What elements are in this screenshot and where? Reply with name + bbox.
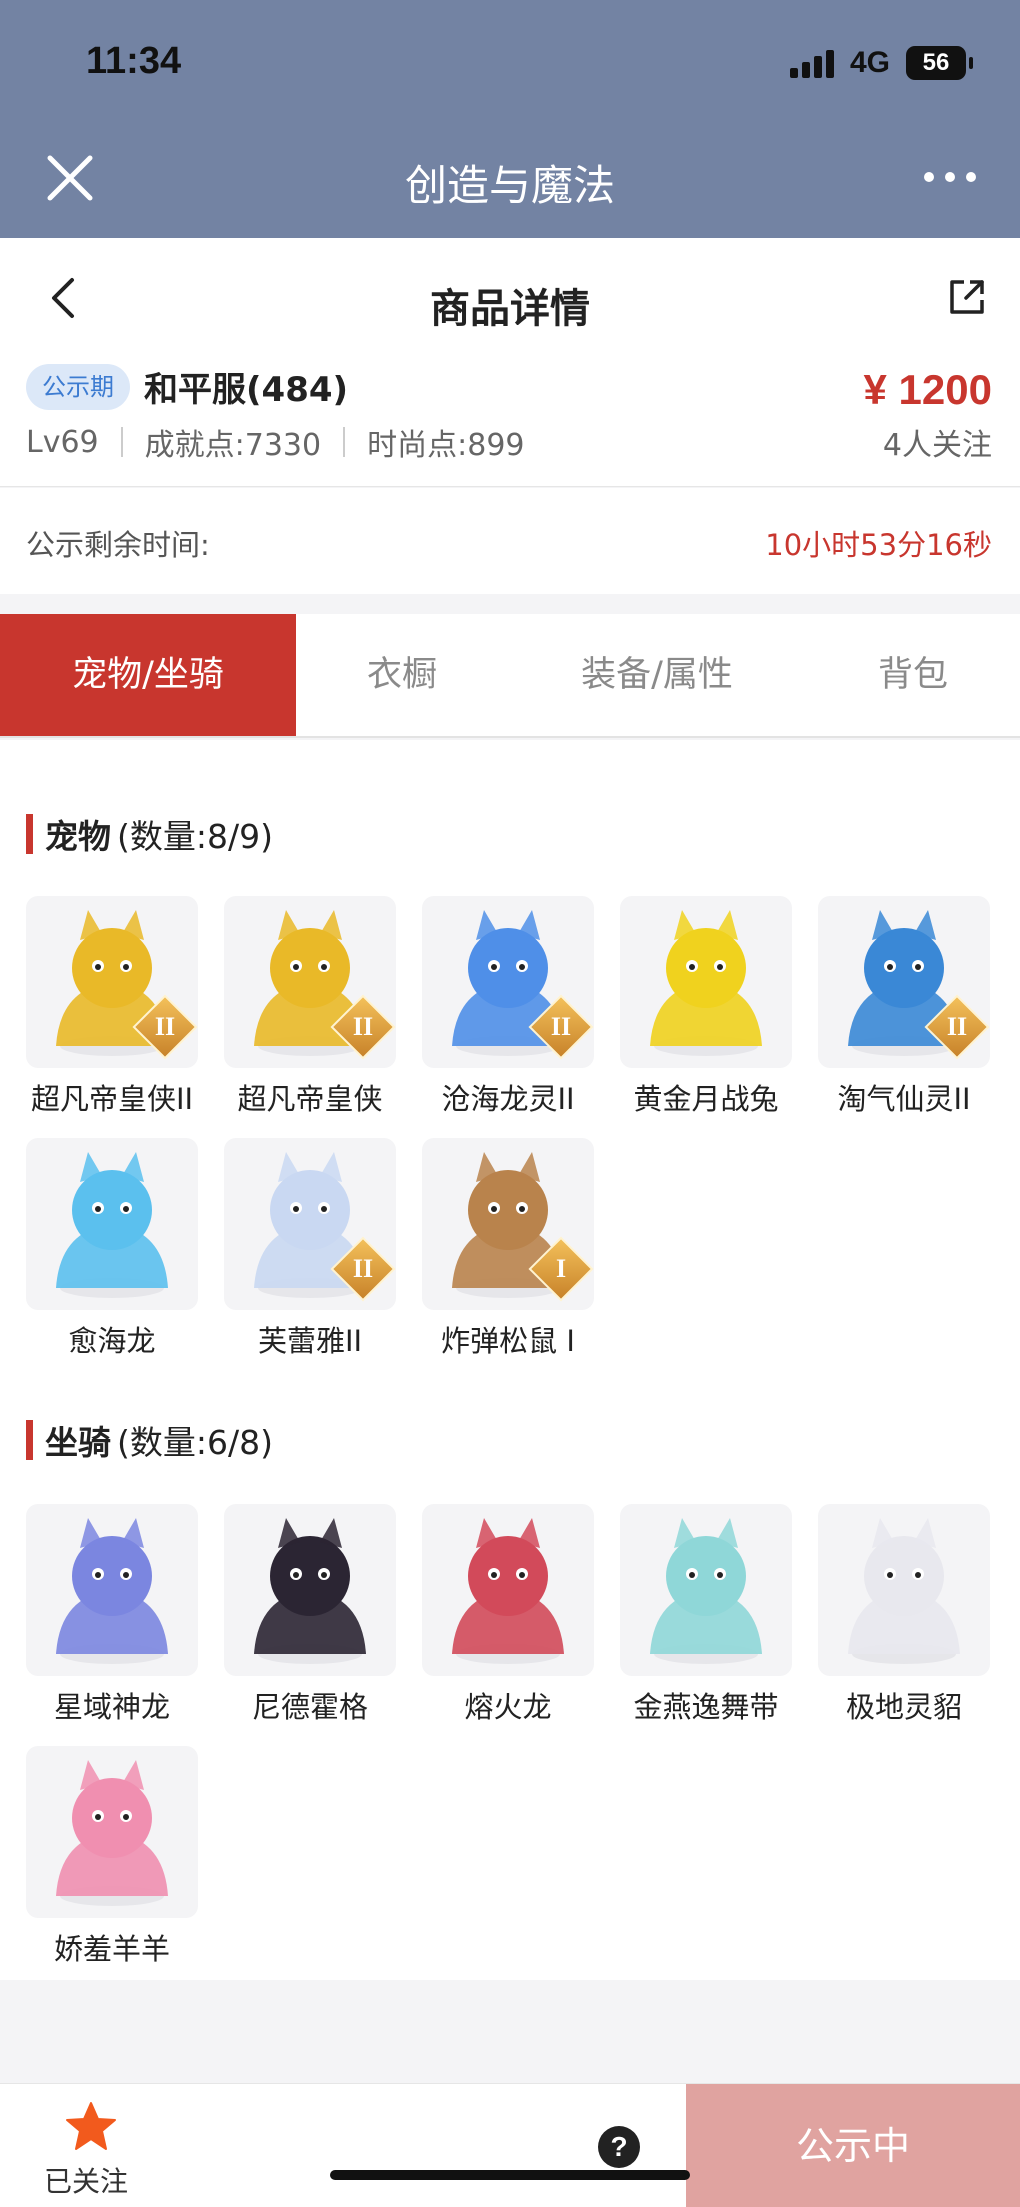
grid-item[interactable]: II 芙蕾雅II [224, 1138, 396, 1360]
item-name: 超凡帝皇侠II [30, 1082, 194, 1116]
network-type: 4G [850, 46, 891, 79]
server-name: 和平服(484) [144, 370, 349, 410]
grid-item[interactable]: II 超凡帝皇侠 [224, 896, 396, 1118]
tab-bar: 宠物/坐骑 衣橱 装备/属性 背包 [0, 614, 1020, 738]
item-name: 金燕逸舞带 [633, 1690, 779, 1724]
status-time: 11:34 [86, 40, 182, 82]
item-name: 超凡帝皇侠 [237, 1082, 383, 1116]
mini-program-title: 创造与魔法 [404, 161, 615, 210]
sea-dragon-icon [26, 1138, 198, 1310]
bomb-squirrel-icon: I [422, 1138, 594, 1310]
mounts-section-header: 坐骑 (数量:6/8) [26, 1416, 273, 1464]
grid-item[interactable]: II 超凡帝皇侠II [26, 896, 198, 1118]
pets-grid: II 超凡帝皇侠II II 超凡帝皇侠 II 沧海龙灵II 黄金月战兔 II 淘气仙灵II 愈海龙… [26, 896, 1006, 1380]
more-options-icon[interactable] [920, 172, 980, 188]
rank-label: II [352, 1012, 374, 1041]
grid-item[interactable]: 黄金月战兔 [620, 896, 792, 1118]
price: ¥ 1200 [863, 366, 992, 413]
blue-dragon-spirit-icon: II [422, 896, 594, 1068]
item-name: 炸弹松鼠 I [441, 1324, 575, 1358]
signal-icon [790, 50, 834, 78]
follow-label[interactable]: 已关注 [44, 2160, 128, 2200]
page-header: 商品详情 [0, 238, 1020, 354]
content-area: 宠物 (数量:8/9) II 超凡帝皇侠II II 超凡帝皇侠 II 沧海龙灵II 黄金月战… [0, 740, 1020, 1980]
item-name: 星域神龙 [53, 1690, 170, 1724]
pets-count: (数量:8/9) [117, 817, 273, 856]
follower-count: 4人关注 [882, 428, 992, 463]
item-name: 沧海龙灵II [441, 1082, 575, 1116]
grid-item[interactable]: 娇羞羊羊 [26, 1746, 198, 1968]
fire-dragon-icon [422, 1504, 594, 1676]
item-name: 娇羞羊羊 [53, 1932, 170, 1966]
item-name: 尼德霍格 [251, 1690, 368, 1724]
rank-label: II [352, 1254, 374, 1283]
polar-mink-icon [818, 1504, 990, 1676]
pets-section-title: 宠物 [45, 817, 111, 856]
tab-wardrobe[interactable]: 衣橱 [296, 614, 508, 736]
account-stats: Lv69 成就点:7330 时尚点:899 [26, 420, 525, 464]
grid-item[interactable]: 愈海龙 [26, 1138, 198, 1360]
item-name: 芙蕾雅II [257, 1324, 363, 1358]
mounts-section-title: 坐骑 [45, 1423, 111, 1462]
item-name: 淘气仙灵II [837, 1082, 971, 1116]
golden-armor-icon: II [224, 896, 396, 1068]
status-button[interactable]: 公示中 [686, 2084, 1020, 2207]
page-title: 商品详情 [430, 286, 590, 332]
grid-item[interactable]: I 炸弹松鼠 I [422, 1138, 594, 1360]
home-indicator [330, 2170, 690, 2180]
mini-program-header: 11:34 4G 56 创造与魔法 [0, 0, 1020, 238]
blue-puppy-icon: II [818, 896, 990, 1068]
star-icon[interactable] [64, 2100, 118, 2154]
freya-icon: II [224, 1138, 396, 1310]
grid-item[interactable]: II 沧海龙灵II [422, 896, 594, 1118]
countdown-label: 公示剩余时间: [26, 528, 210, 562]
grid-item[interactable]: 金燕逸舞带 [620, 1504, 792, 1726]
rank-label: II [154, 1012, 176, 1041]
countdown-value: 10小时53分16秒 [765, 528, 992, 562]
rank-label: II [550, 1012, 572, 1041]
item-name: 愈海龙 [68, 1324, 156, 1358]
achievement-points: 成就点:7330 [144, 428, 322, 463]
grid-item[interactable]: 尼德霍格 [224, 1504, 396, 1726]
share-icon[interactable] [948, 278, 986, 316]
shy-sheep-icon [26, 1746, 198, 1918]
rank-label: II [946, 1012, 968, 1041]
status-badge: 公示期 [26, 364, 130, 410]
item-name: 熔火龙 [464, 1690, 552, 1724]
golden-armor-icon: II [26, 896, 198, 1068]
section-marker [26, 814, 33, 854]
grid-item[interactable]: II 淘气仙灵II [818, 896, 990, 1118]
mounts-grid: 星域神龙 尼德霍格 熔火龙 金燕逸舞带 极地灵貂娇羞羊羊 [26, 1504, 1006, 1988]
ribbon-icon [620, 1504, 792, 1676]
bottom-bar: 已关注 ? 公示中 [0, 2083, 1020, 2207]
rank-label: I [555, 1254, 567, 1283]
help-icon[interactable]: ? [598, 2126, 640, 2168]
section-marker [26, 1420, 33, 1460]
pets-section-header: 宠物 (数量:8/9) [26, 810, 273, 858]
nidhogg-icon [224, 1504, 396, 1676]
grid-item[interactable]: 极地灵貂 [818, 1504, 990, 1726]
grid-item[interactable]: 星域神龙 [26, 1504, 198, 1726]
level: Lv69 [26, 424, 99, 460]
golden-rabbit-icon [620, 896, 792, 1068]
product-info: 公示期 和平服(484) ¥ 1200 Lv69 成就点:7330 时尚点:89… [0, 354, 1020, 487]
divider [343, 427, 346, 457]
mounts-count: (数量:6/8) [117, 1423, 273, 1462]
item-name: 极地灵貂 [845, 1690, 962, 1724]
divider [120, 427, 123, 457]
tab-backpack[interactable]: 背包 [806, 614, 1020, 736]
star-dragon-icon [26, 1504, 198, 1676]
fashion-points: 时尚点:899 [367, 428, 525, 463]
tab-equipment[interactable]: 装备/属性 [508, 614, 806, 736]
battery-icon: 56 [906, 46, 973, 80]
countdown-row: 公示剩余时间: 10小时53分16秒 [0, 488, 1020, 594]
item-name: 黄金月战兔 [633, 1082, 779, 1116]
tab-pets-mounts[interactable]: 宠物/坐骑 [0, 614, 296, 736]
grid-item[interactable]: 熔火龙 [422, 1504, 594, 1726]
